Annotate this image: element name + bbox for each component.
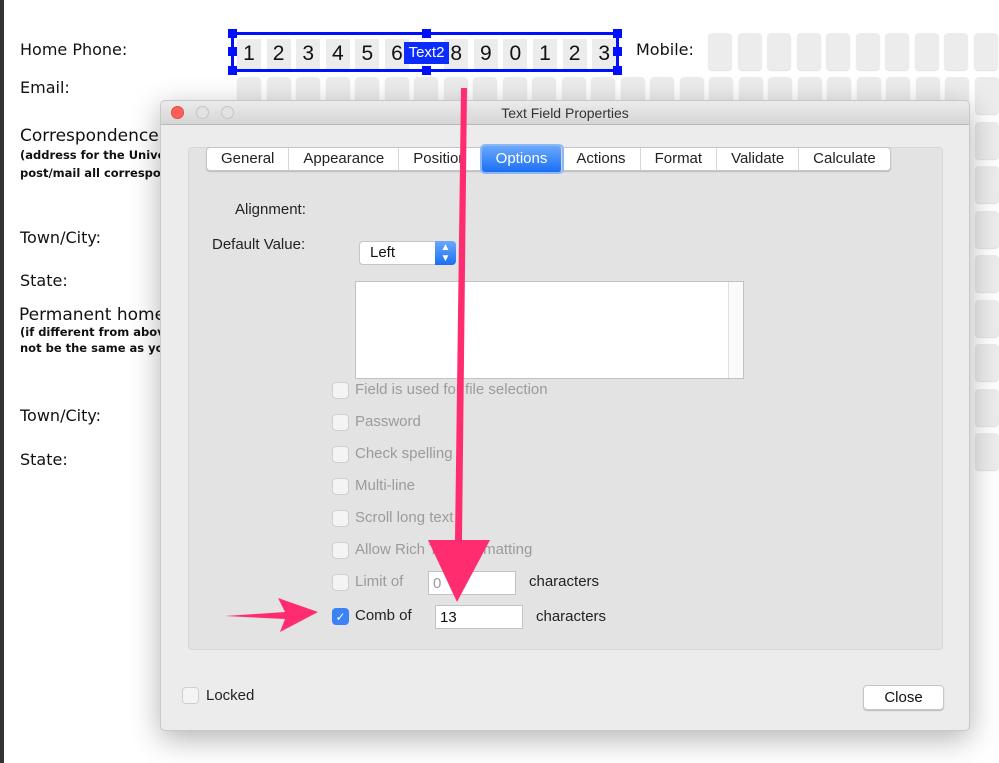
option-checkbox[interactable] xyxy=(332,510,349,527)
text-field-properties-dialog: Text Field Properties Alignment: Left ▲ ▼ … xyxy=(160,100,970,731)
comb-box[interactable] xyxy=(944,33,968,70)
option-checkbox[interactable] xyxy=(332,478,349,495)
comb-box[interactable] xyxy=(975,255,999,292)
resize-handle[interactable] xyxy=(228,47,237,56)
correspondence-note-1: (address for the Univers xyxy=(20,148,178,162)
comb-box[interactable] xyxy=(973,33,998,70)
scrollbar[interactable] xyxy=(728,282,743,378)
comb-suffix: characters xyxy=(536,608,607,625)
comb-cell: 2 xyxy=(266,39,291,69)
correspondence-note-2: post/mail all correspon xyxy=(20,166,169,180)
option-checkbox[interactable] xyxy=(332,414,349,431)
permanent-note-1: (if different from above xyxy=(20,325,173,339)
town-city-label-1: Town/City: xyxy=(20,228,102,247)
tab-bar: General Appearance Position Options Actions F… xyxy=(206,146,891,172)
tab-actions[interactable]: Actions xyxy=(562,148,641,170)
option-label: Field is used for file selection xyxy=(355,381,548,398)
alignment-value: Left xyxy=(370,244,396,261)
comb-box[interactable] xyxy=(975,210,999,248)
option-checkbox[interactable] xyxy=(332,382,349,399)
locked-label: Locked xyxy=(206,687,255,704)
default-value-label: Default Value: xyxy=(212,236,306,253)
title-bar: Text Field Properties xyxy=(161,101,969,125)
option-label: Check spelling xyxy=(355,445,453,462)
state-label-1: State: xyxy=(20,271,68,290)
comb-box[interactable] xyxy=(708,33,732,70)
comb-box[interactable] xyxy=(826,33,850,70)
close-button[interactable]: Close xyxy=(863,685,944,710)
comb-box[interactable] xyxy=(975,121,999,159)
resize-handle[interactable] xyxy=(228,66,237,75)
limit-label: Limit of xyxy=(355,573,404,590)
mobile-label: Mobile: xyxy=(636,40,694,59)
alignment-label: Alignment: xyxy=(235,201,306,218)
comb-cell: 2 xyxy=(562,39,587,69)
tab-calculate[interactable]: Calculate xyxy=(799,148,890,170)
stepper-chevrons-icon: ▲ ▼ xyxy=(435,241,456,265)
limit-checkbox[interactable] xyxy=(332,574,349,591)
comb-box[interactable] xyxy=(974,77,999,114)
comb-box[interactable] xyxy=(914,33,939,70)
comb-checkbox[interactable]: ✓ xyxy=(332,608,349,625)
limit-suffix: characters xyxy=(529,573,600,590)
comb-cell: 0 xyxy=(503,39,528,69)
tab-format[interactable]: Format xyxy=(641,148,718,170)
comb-cell: 1 xyxy=(533,39,557,69)
comb-cell: 5 xyxy=(355,39,380,69)
alignment-select[interactable]: Left ▲ ▼ xyxy=(359,241,456,265)
comb-box[interactable] xyxy=(975,433,999,470)
email-label: Email: xyxy=(20,78,70,97)
option-label: Multi-line xyxy=(355,477,416,494)
resize-handle[interactable] xyxy=(613,66,622,75)
comb-box[interactable] xyxy=(975,299,999,337)
town-city-label-2: Town/City: xyxy=(20,406,102,425)
minimize-window-icon[interactable] xyxy=(196,106,209,119)
state-label-2: State: xyxy=(20,450,68,469)
resize-handle[interactable] xyxy=(422,66,431,75)
tab-validate[interactable]: Validate xyxy=(717,148,800,170)
option-checkbox[interactable] xyxy=(332,446,349,463)
comb-box[interactable] xyxy=(796,33,821,70)
comb-box[interactable] xyxy=(737,33,762,70)
correspondence-label: Correspondence a xyxy=(20,126,175,146)
resize-handle[interactable] xyxy=(228,29,237,38)
field-name-tag: Text2 xyxy=(404,42,449,64)
tab-general[interactable]: General xyxy=(207,148,290,170)
comb-box[interactable] xyxy=(975,388,999,426)
comb-box[interactable] xyxy=(767,33,791,70)
locked-checkbox[interactable] xyxy=(182,687,199,704)
default-value-textarea[interactable] xyxy=(355,281,744,379)
dialog-title: Text Field Properties xyxy=(501,105,629,121)
option-checkbox[interactable] xyxy=(332,542,349,559)
permanent-note-2: not be the same as your xyxy=(20,341,178,355)
resize-handle[interactable] xyxy=(613,47,622,56)
option-label: Allow Rich Text Formatting xyxy=(355,541,533,558)
option-label: Password xyxy=(355,413,421,430)
window-edge xyxy=(0,0,4,763)
options-panel: Alignment: Left ▲ ▼ Default Value: Field i… xyxy=(188,147,943,650)
comb-box[interactable] xyxy=(855,33,880,70)
comb-box[interactable] xyxy=(975,166,999,203)
comb-cell: 3 xyxy=(296,39,321,69)
tab-options[interactable]: Options xyxy=(481,146,563,172)
tab-position[interactable]: Position xyxy=(399,148,482,170)
comb-cell: 1 xyxy=(237,39,261,69)
permanent-home-label: Permanent home a xyxy=(19,305,181,325)
option-label: Scroll long text xyxy=(355,509,454,526)
close-window-icon[interactable] xyxy=(171,106,184,119)
home-phone-label: Home Phone: xyxy=(20,40,128,59)
resize-handle[interactable] xyxy=(613,29,622,38)
tab-appearance[interactable]: Appearance xyxy=(289,148,400,170)
resize-handle[interactable] xyxy=(422,29,431,38)
comb-cell: 4 xyxy=(325,39,350,69)
comb-cell: 9 xyxy=(473,39,498,69)
comb-input[interactable]: 13 xyxy=(435,605,523,629)
zoom-window-icon[interactable] xyxy=(221,106,234,119)
limit-input[interactable]: 0 xyxy=(428,571,516,595)
comb-label: Comb of xyxy=(355,607,412,624)
comb-box[interactable] xyxy=(885,33,909,70)
home-phone-comb-field[interactable]: 123456890123 Text2 xyxy=(228,29,622,75)
comb-box[interactable] xyxy=(975,344,999,381)
